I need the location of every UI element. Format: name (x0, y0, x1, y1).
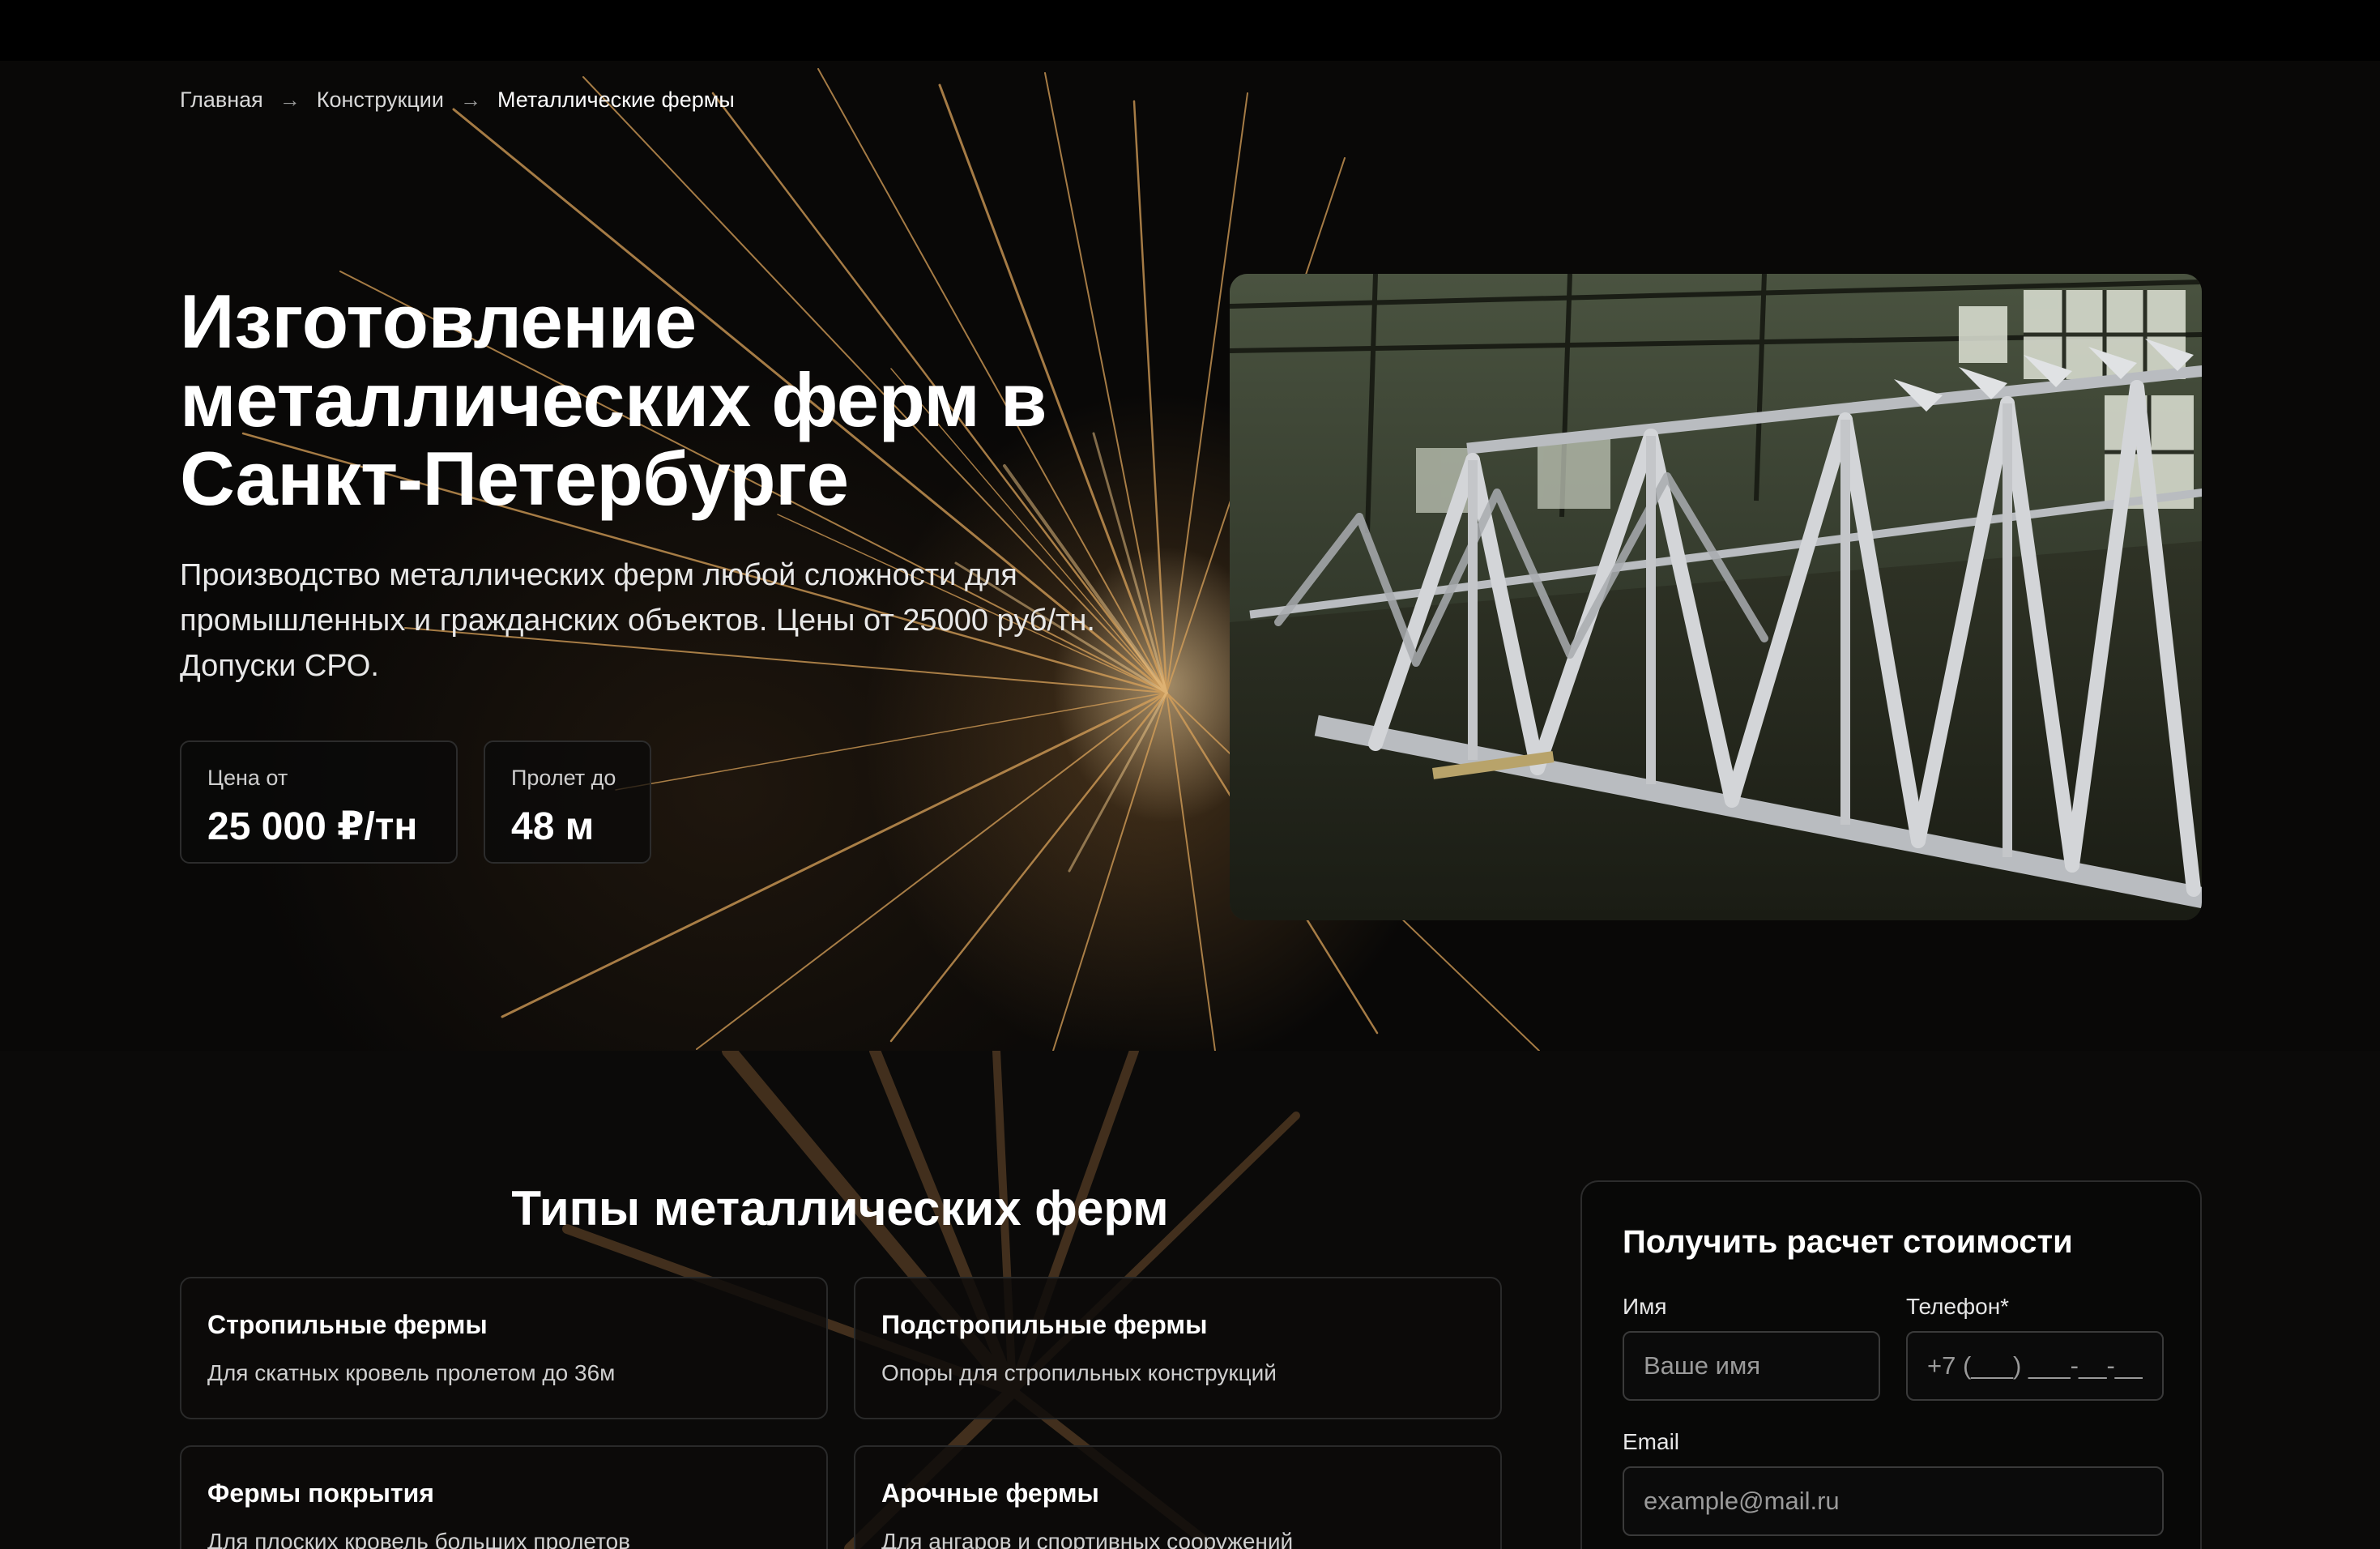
stat-label: Цена от (207, 766, 288, 790)
type-card-title: Арочные фермы (881, 1479, 1099, 1508)
name-input[interactable] (1623, 1331, 1880, 1401)
form-title: Получить расчет стоимости (1623, 1224, 2073, 1260)
section-title-types: Типы металлических ферм (511, 1181, 1169, 1235)
stat-card-span: Пролет до 48 м (484, 740, 651, 864)
email-input[interactable] (1623, 1466, 2164, 1536)
phone-label: Телефон* (1906, 1294, 2010, 1319)
page: Главная → Конструкции → Металлические фе… (0, 0, 2380, 1549)
phone-input[interactable] (1906, 1331, 2164, 1401)
type-card-roof[interactable]: Фермы покрытия Для плоских кровель больш… (180, 1445, 828, 1549)
type-card-rafter[interactable]: Стропильные фермы Для скатных кровель пр… (180, 1277, 828, 1419)
quote-form: Получить расчет стоимости Имя Телефон* E… (1580, 1180, 2202, 1549)
page-title: Изготовление металлических ферм в Санкт-… (180, 279, 1047, 521)
breadcrumb-item-constructions[interactable]: Конструкции (317, 87, 444, 113)
name-label: Имя (1623, 1294, 1667, 1319)
breadcrumb-item-current: Металлические фермы (497, 87, 735, 112)
type-card-description: Для ангаров и спортивных сооружений (881, 1529, 1294, 1549)
stat-card-price: Цена от 25 000 ₽/тн (180, 740, 458, 864)
breadcrumb-item-home[interactable]: Главная (180, 87, 263, 113)
type-card-title: Фермы покрытия (207, 1479, 434, 1508)
stat-value: 48 м (511, 805, 595, 848)
type-card-arch[interactable]: Арочные фермы Для ангаров и спортивных с… (854, 1445, 1502, 1549)
type-card-title: Стропильные фермы (207, 1310, 488, 1339)
workshop-trusses-image (1230, 274, 2202, 920)
arrow-right-icon: → (279, 87, 301, 112)
stat-label: Пролет до (511, 766, 616, 790)
type-card-description: Для плоских кровель больших пролетов (207, 1529, 631, 1549)
type-card-description: Для скатных кровель пролетом до 36м (207, 1360, 616, 1385)
type-card-title: Подстропильные фермы (881, 1310, 1208, 1339)
stat-value: 25 000 ₽/тн (207, 805, 418, 848)
email-label: Email (1623, 1429, 1680, 1454)
type-card-description: Опоры для стропильных конструкций (881, 1360, 1277, 1385)
arrow-right-icon: → (459, 87, 481, 112)
top-bar (0, 0, 2380, 61)
hero-description: Производство металлических ферм любой сл… (180, 558, 1095, 683)
hero-photo-trusses (1230, 274, 2202, 920)
type-card-sub-rafter[interactable]: Подстропильные фермы Опоры для стропильн… (854, 1277, 1502, 1419)
breadcrumb: Главная → Конструкции → Металлические фе… (180, 87, 735, 113)
